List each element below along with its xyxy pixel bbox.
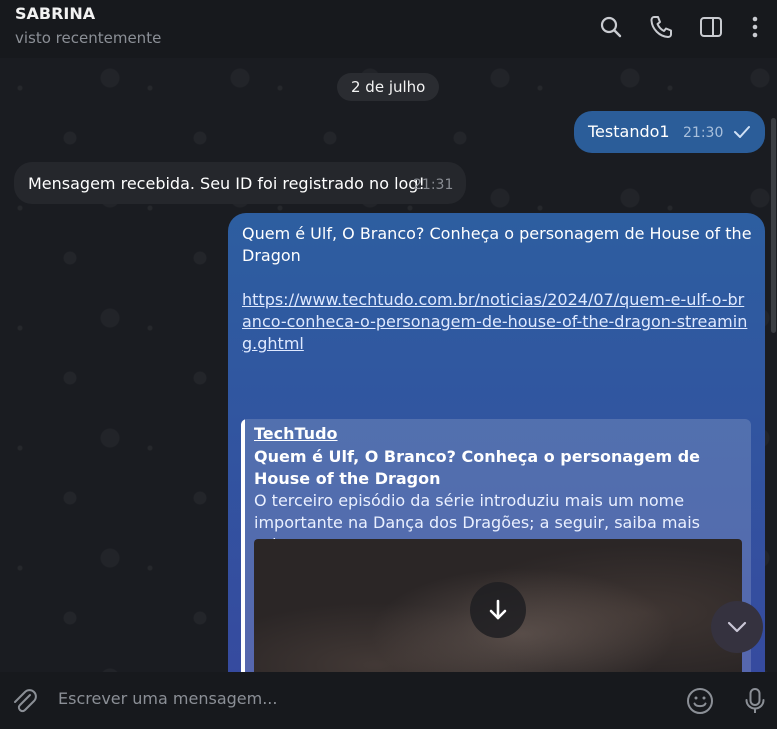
message-text: Quem é Ulf, O Branco? Conheça o personag…: [242, 224, 752, 265]
attach-icon[interactable]: [9, 686, 39, 716]
preview-site-name[interactable]: TechTudo: [254, 424, 338, 443]
arrow-down-icon: [489, 599, 507, 620]
message-time: 21:30: [683, 125, 724, 141]
phone-icon[interactable]: [648, 14, 674, 40]
message-input[interactable]: Escrever uma mensagem...: [58, 689, 658, 713]
chat-history[interactable]: 2 de julho Testando1 21:30 Mensagem rece…: [0, 58, 777, 672]
emoji-icon[interactable]: [685, 686, 715, 716]
read-check-icon: [733, 124, 751, 143]
message-outgoing[interactable]: Testando1 21:30: [574, 111, 765, 153]
message-text: Mensagem recebida. Seu ID foi registrado…: [28, 174, 425, 193]
message-text: Testando1: [588, 122, 670, 141]
microphone-icon[interactable]: [740, 686, 770, 716]
chat-scrollbar[interactable]: [771, 118, 776, 333]
chat-header: SABRINA visto recentemente: [0, 0, 777, 58]
download-button[interactable]: [470, 582, 526, 638]
date-separator: 2 de julho: [337, 73, 440, 101]
sidebar-toggle-icon[interactable]: [698, 14, 724, 40]
chevron-down-icon: [727, 621, 747, 633]
message-composer: Escrever uma mensagem...: [0, 672, 777, 729]
scroll-to-bottom-button[interactable]: [711, 601, 763, 653]
more-vertical-icon[interactable]: [742, 14, 768, 40]
preview-accent-bar: [241, 419, 245, 672]
contact-name[interactable]: SABRINA: [15, 4, 95, 23]
contact-status: visto recentemente: [15, 29, 162, 47]
message-incoming[interactable]: Mensagem recebida. Seu ID foi registrado…: [14, 162, 466, 204]
preview-title: Quem é Ulf, O Branco? Conheça o personag…: [254, 447, 701, 488]
message-link[interactable]: https://www.techtudo.com.br/noticias/202…: [242, 289, 752, 355]
message-time: 21:31: [413, 177, 454, 193]
search-icon[interactable]: [598, 14, 624, 40]
